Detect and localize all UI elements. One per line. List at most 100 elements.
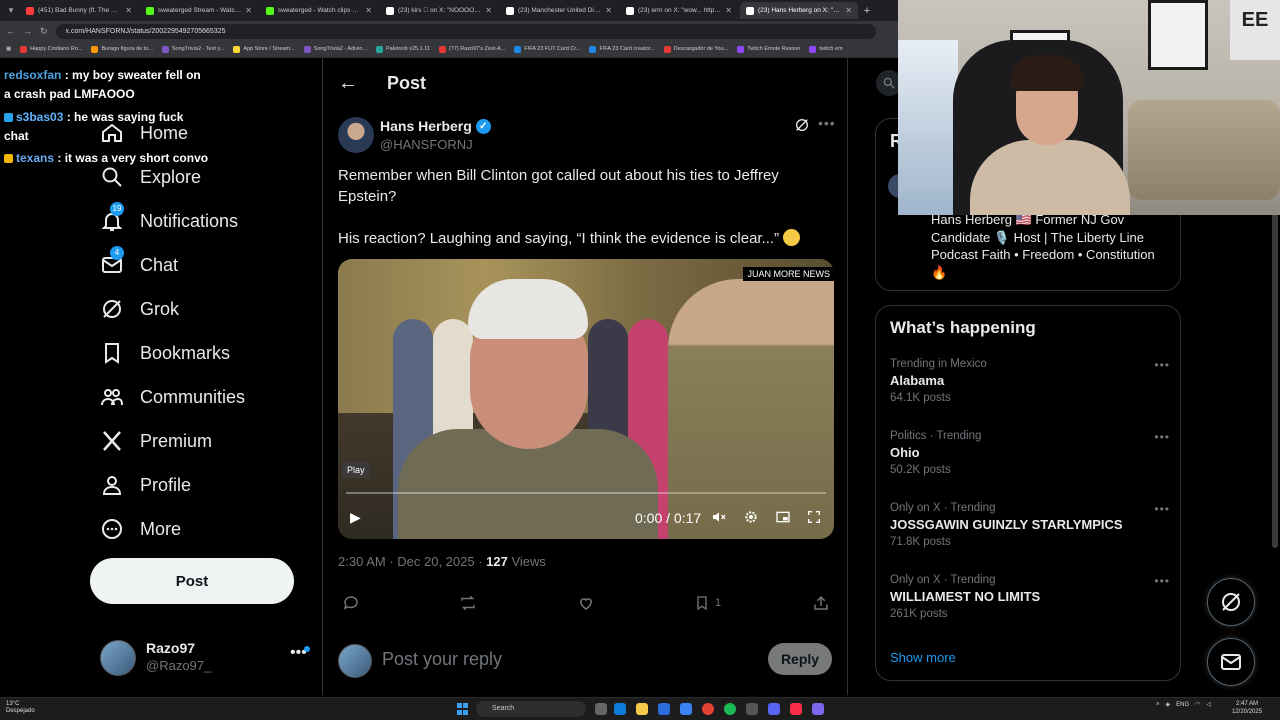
sidebar-item-chat[interactable]: 4 Chat bbox=[100, 246, 178, 283]
store-icon[interactable] bbox=[658, 703, 670, 715]
tab-search-icon[interactable]: ▾ bbox=[4, 5, 18, 16]
bookmark-item[interactable]: SongTrivia2 - Test y... bbox=[161, 45, 224, 53]
bookmark-item[interactable]: Burago figura de to... bbox=[91, 45, 153, 53]
bookmark-item[interactable]: SongTrivia2 - Adivin... bbox=[303, 45, 367, 53]
spotify-icon[interactable] bbox=[724, 703, 736, 715]
windows-start-icon[interactable] bbox=[457, 703, 469, 715]
author-handle[interactable]: @HANSFORNJ bbox=[380, 137, 473, 152]
bookmark-item[interactable]: Twitch Emote Resizer bbox=[737, 45, 800, 53]
file-explorer-icon[interactable] bbox=[636, 703, 648, 715]
sidebar-item-communities[interactable]: Communities bbox=[100, 379, 245, 415]
settings-gear-icon[interactable] bbox=[743, 509, 759, 528]
bookmark-item[interactable]: FIFA 23 FUT Card Cr... bbox=[514, 45, 580, 53]
tab-close-icon[interactable]: ✕ bbox=[725, 6, 732, 15]
tab-close-icon[interactable]: ✕ bbox=[245, 6, 252, 15]
like-heart-icon[interactable] bbox=[577, 594, 595, 612]
browser-tab[interactable]: sweaterged - Watch clips on Ki... ✕ bbox=[260, 2, 378, 19]
bookmark-action[interactable]: 1 bbox=[694, 594, 721, 612]
discord-icon[interactable] bbox=[768, 703, 780, 715]
back-arrow-icon[interactable]: ← bbox=[338, 72, 358, 95]
messages-fab-button[interactable] bbox=[1207, 638, 1255, 686]
trend-item[interactable]: Trending in Mexico Alabama 64.1K posts ••• bbox=[890, 358, 1170, 418]
tab-close-icon[interactable]: ✕ bbox=[125, 6, 132, 15]
sidebar-item-bookmarks[interactable]: Bookmarks bbox=[100, 335, 230, 371]
bookmark-item[interactable]: FIFA 23 Card creator... bbox=[589, 45, 655, 53]
play-icon[interactable]: ▶ bbox=[350, 509, 361, 526]
sidebar-item-premium[interactable]: Premium bbox=[100, 423, 212, 459]
post-more-icon[interactable]: ••• bbox=[818, 115, 836, 131]
video-player[interactable]: JUAN MORE NEWS Play ▶ 0:00 / 0:17 bbox=[338, 259, 834, 539]
browser-tab[interactable]: (23) Hans Herberg on X: "Reme...✕ bbox=[740, 2, 858, 19]
apps-grid-icon[interactable]: ▦ bbox=[6, 46, 11, 52]
mute-icon[interactable] bbox=[711, 509, 727, 528]
obs-icon[interactable] bbox=[746, 703, 758, 715]
bookmark-item[interactable]: twitch em bbox=[809, 45, 843, 53]
grok-fab-button[interactable] bbox=[1207, 578, 1255, 626]
trend-item[interactable]: Politics · Trending Ohio 50.2K posts ••• bbox=[890, 430, 1170, 490]
webcam-streamer-body bbox=[970, 140, 1130, 215]
tray-app-icon[interactable]: ◈ bbox=[1166, 701, 1171, 708]
trend-item[interactable]: Only on X · Trending WILLIAMEST NO LIMITS… bbox=[890, 574, 1170, 634]
weather-widget[interactable]: 13°C Despejado bbox=[6, 701, 35, 715]
reload-icon[interactable]: ↻ bbox=[40, 26, 48, 37]
mail-app-icon[interactable] bbox=[680, 703, 692, 715]
sidebar-item-more[interactable]: More bbox=[100, 511, 181, 547]
repost-icon[interactable] bbox=[458, 594, 478, 612]
forward-nav-icon[interactable]: → bbox=[23, 26, 32, 36]
video-progress-bar[interactable] bbox=[346, 492, 826, 494]
reply-composer: Post your reply Reply bbox=[338, 642, 834, 678]
trend-more-icon[interactable]: ••• bbox=[1154, 574, 1170, 588]
app-icon[interactable] bbox=[812, 703, 824, 715]
sidebar-item-label: Premium bbox=[140, 430, 213, 451]
browser-tab[interactable]: sweaterged Stream - Watch Li... ✕ bbox=[140, 2, 258, 19]
author-avatar[interactable] bbox=[338, 117, 374, 153]
reply-button[interactable]: Reply bbox=[768, 643, 832, 675]
trend-more-icon[interactable]: ••• bbox=[1154, 430, 1170, 444]
bookmark-item[interactable]: Paletoob v25.1.11 bbox=[376, 45, 430, 53]
grok-explain-icon[interactable] bbox=[794, 117, 810, 138]
language-indicator[interactable]: ENG bbox=[1176, 702, 1189, 708]
volume-icon[interactable]: ◁ bbox=[1206, 701, 1211, 708]
browser-tab[interactable]: (451) Bad Bunny (ft. The Marías)✕ bbox=[20, 2, 138, 19]
tab-title: (23) Hans Herberg on X: "Reme... bbox=[758, 7, 842, 14]
taskbar-clock[interactable]: 2:47 AM 12/20/2025 bbox=[1232, 700, 1262, 716]
bookmark-item[interactable]: Descargador de You... bbox=[663, 45, 728, 53]
bookmark-item[interactable]: App Store / Stream... bbox=[233, 45, 295, 53]
tab-close-icon[interactable]: ✕ bbox=[845, 6, 852, 15]
back-nav-icon[interactable]: ← bbox=[6, 26, 15, 36]
tab-close-icon[interactable]: ✕ bbox=[605, 6, 612, 15]
account-switcher[interactable]: Razo97 @Razo97_ ••• bbox=[100, 638, 310, 678]
wifi-icon[interactable]: ◠ bbox=[1195, 701, 1200, 708]
sidebar-item-profile[interactable]: Profile bbox=[100, 467, 191, 503]
reply-icon[interactable] bbox=[342, 594, 360, 612]
whats-happening-title: What’s happening bbox=[890, 318, 1036, 337]
reply-input[interactable]: Post your reply bbox=[382, 649, 502, 670]
url-field[interactable]: x.com/HANSFORNJ/status/20022954927056653… bbox=[55, 23, 876, 39]
edge-icon[interactable] bbox=[614, 703, 626, 715]
browser-tab[interactable]: (23) Manchester United Die Ha... ✕ bbox=[500, 2, 618, 19]
chrome-icon[interactable] bbox=[702, 703, 714, 715]
trend-more-icon[interactable]: ••• bbox=[1154, 358, 1170, 372]
author-name[interactable]: Hans Herberg ✓ bbox=[380, 118, 491, 134]
compose-post-button[interactable]: Post bbox=[90, 558, 294, 604]
browser-tab[interactable]: (23) erm on X: "wow... https://t... ✕ bbox=[620, 2, 738, 19]
show-more-link[interactable]: Show more bbox=[890, 650, 956, 665]
browser-tab[interactable]: (23) kirs 🏼 on X: "NOOOO W... ✕ bbox=[380, 2, 498, 19]
bookmark-item[interactable]: (77) Razo97's Zest-A... bbox=[438, 45, 505, 53]
music-icon[interactable] bbox=[790, 703, 802, 715]
tray-chevron-icon[interactable]: ˄ bbox=[1156, 702, 1160, 708]
task-view-icon[interactable] bbox=[595, 703, 607, 715]
sidebar-item-grok[interactable]: Grok bbox=[100, 291, 179, 327]
taskbar-search[interactable]: Search bbox=[476, 701, 586, 717]
new-tab-icon[interactable]: + bbox=[860, 5, 874, 17]
tab-close-icon[interactable]: ✕ bbox=[365, 6, 372, 15]
bookmark-item[interactable]: Happy Cristiano Ro... bbox=[20, 45, 82, 53]
share-icon[interactable] bbox=[812, 594, 830, 612]
tab-close-icon[interactable]: ✕ bbox=[485, 6, 492, 15]
trend-more-icon[interactable]: ••• bbox=[1154, 502, 1170, 516]
views-label: Views bbox=[507, 554, 546, 569]
trend-item[interactable]: Only on X · Trending JOSSGAWIN GUINZLY ST… bbox=[890, 502, 1170, 562]
fullscreen-icon[interactable] bbox=[806, 509, 822, 528]
sidebar-item-notifications[interactable]: 19 Notifications bbox=[100, 202, 238, 239]
picture-in-picture-icon[interactable] bbox=[775, 509, 791, 528]
